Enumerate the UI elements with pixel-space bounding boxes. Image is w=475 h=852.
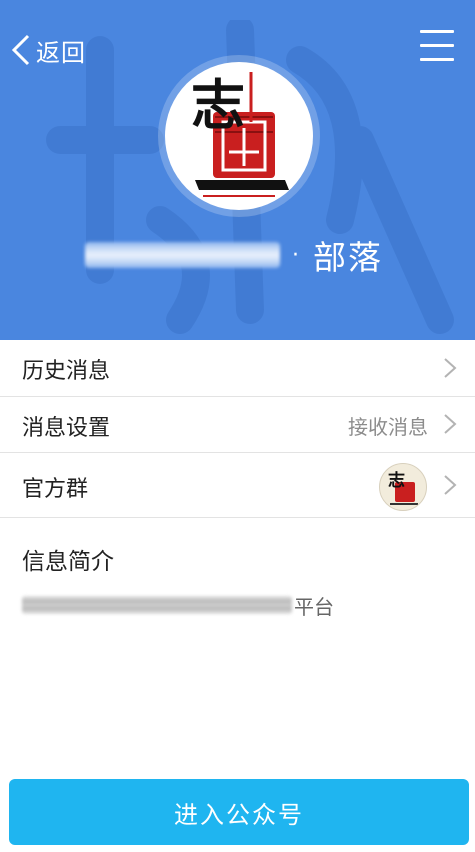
enter-official-account-button[interactable]: 进入公众号 [9, 779, 469, 845]
account-name: · 部落 [85, 230, 383, 280]
chevron-right-icon [444, 414, 457, 434]
official-group-avatar: 志 [379, 463, 427, 511]
hamburger-menu-icon[interactable] [417, 28, 457, 64]
back-label: 返回 [36, 38, 86, 67]
message-settings-label: 消息设置 [22, 416, 111, 441]
account-name-suffix: 部落 [313, 238, 383, 277]
history-messages-label: 历史消息 [22, 359, 111, 384]
profile-header: 返回 志 · 部落 [0, 0, 475, 340]
account-name-redacted [85, 242, 280, 268]
svg-text:志: 志 [388, 470, 405, 491]
message-settings-row[interactable]: 消息设置 接收消息 [0, 397, 475, 453]
name-separator: · [292, 242, 299, 268]
history-messages-row[interactable]: 历史消息 [0, 340, 475, 397]
intro-text: 平台 [22, 590, 334, 620]
official-group-label: 官方群 [22, 477, 89, 502]
zhicheng-logo: 志 [191, 72, 289, 197]
official-group-row[interactable]: 官方群 志 [0, 453, 475, 518]
intro-text-suffix: 平台 [294, 594, 334, 619]
chevron-right-icon [444, 358, 457, 378]
back-button[interactable]: 返回 [10, 30, 86, 70]
intro-title: 信息简介 [22, 549, 114, 575]
svg-text:志: 志 [191, 73, 245, 137]
intro-text-redacted [22, 596, 292, 614]
account-avatar[interactable]: 志 [165, 62, 313, 210]
group-logo: 志 [388, 470, 418, 505]
back-chevron-icon [11, 34, 30, 66]
chevron-right-icon [444, 475, 457, 495]
message-settings-value: 接收消息 [348, 415, 428, 439]
